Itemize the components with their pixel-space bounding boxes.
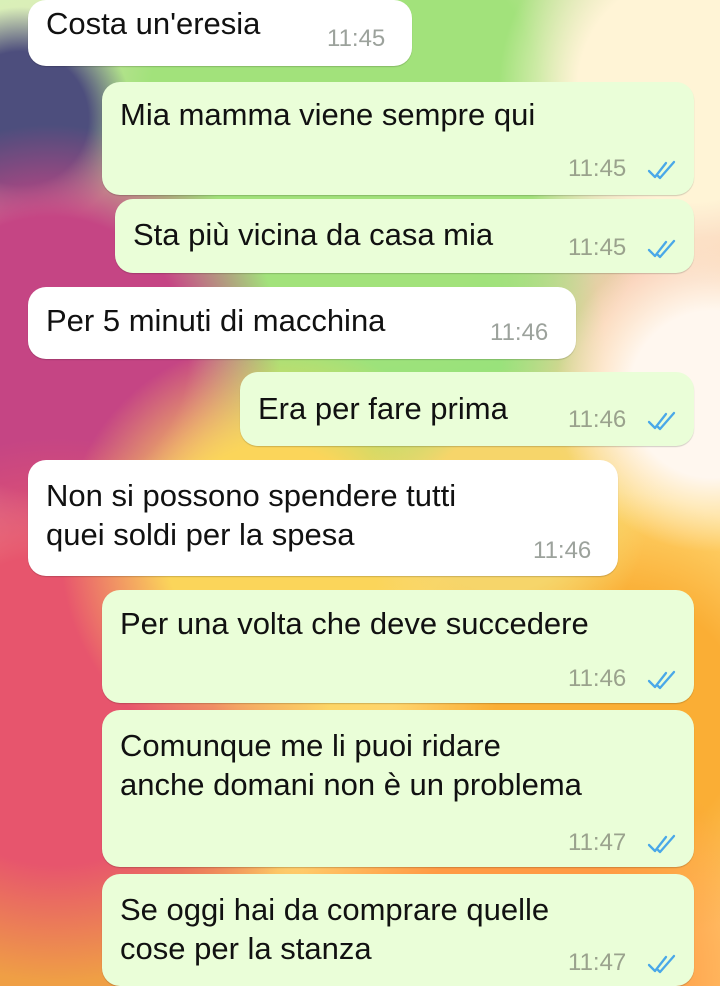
message-time: 11:45	[327, 25, 386, 52]
read-receipt-icon	[647, 669, 677, 691]
message-text: Comunque me li puoi ridare anche domani …	[120, 726, 582, 804]
message-line: Sta più vicina da casa mia	[133, 217, 494, 252]
message-line: cose per la stanza	[120, 931, 372, 966]
message-bubble-outgoing[interactable]: Era per fare prima 11:46	[240, 372, 694, 446]
message-line: Mia mamma viene sempre qui	[120, 97, 536, 132]
message-bubble-outgoing[interactable]: Comunque me li puoi ridare anche domani …	[102, 710, 694, 867]
message-time: 11:45	[568, 234, 627, 261]
read-receipt-icon	[647, 953, 677, 975]
message-text: Era per fare prima	[258, 389, 508, 428]
message-text: Se oggi hai da comprare quelle cose per …	[120, 890, 549, 968]
message-line: anche domani non è un problema	[120, 767, 582, 802]
message-text: Sta più vicina da casa mia	[133, 215, 493, 254]
chat-conversation: Costa un'eresia 11:45 Mia mamma viene se…	[0, 0, 720, 986]
message-time: 11:45	[568, 155, 627, 182]
message-time: 11:46	[490, 319, 549, 346]
message-line: Per 5 minuti di macchina	[46, 303, 386, 338]
message-line: Comunque me li puoi ridare	[120, 728, 501, 763]
message-time: 11:46	[568, 665, 627, 692]
message-text: Non si possono spendere tutti quei soldi…	[46, 476, 456, 554]
message-line: quei soldi per la spesa	[46, 517, 355, 552]
message-line: Era per fare prima	[258, 391, 508, 426]
message-time: 11:46	[568, 406, 627, 433]
message-time: 11:46	[533, 537, 592, 564]
message-line: Costa un'eresia	[46, 6, 261, 41]
message-line: Per una volta che deve succedere	[120, 606, 589, 641]
message-bubble-outgoing[interactable]: Se oggi hai da comprare quelle cose per …	[102, 874, 694, 986]
message-text: Mia mamma viene sempre qui	[120, 95, 535, 134]
message-line: Non si possono spendere tutti	[46, 478, 457, 513]
message-line: Se oggi hai da comprare quelle	[120, 892, 550, 927]
message-bubble-outgoing[interactable]: Sta più vicina da casa mia 11:45	[115, 199, 694, 273]
message-text: Costa un'eresia	[46, 4, 260, 43]
message-time: 11:47	[568, 829, 627, 856]
message-time: 11:47	[568, 949, 627, 976]
message-text: Per una volta che deve succedere	[120, 604, 589, 643]
message-bubble-incoming[interactable]: Non si possono spendere tutti quei soldi…	[28, 460, 618, 576]
read-receipt-icon	[647, 833, 677, 855]
message-bubble-outgoing[interactable]: Per una volta che deve succedere 11:46	[102, 590, 694, 703]
message-bubble-outgoing[interactable]: Mia mamma viene sempre qui 11:45	[102, 82, 694, 195]
read-receipt-icon	[647, 159, 677, 181]
message-text: Per 5 minuti di macchina	[46, 301, 385, 340]
read-receipt-icon	[647, 238, 677, 260]
message-bubble-incoming[interactable]: Per 5 minuti di macchina 11:46	[28, 287, 576, 359]
message-bubble-incoming[interactable]: Costa un'eresia 11:45	[28, 0, 412, 66]
read-receipt-icon	[647, 410, 677, 432]
